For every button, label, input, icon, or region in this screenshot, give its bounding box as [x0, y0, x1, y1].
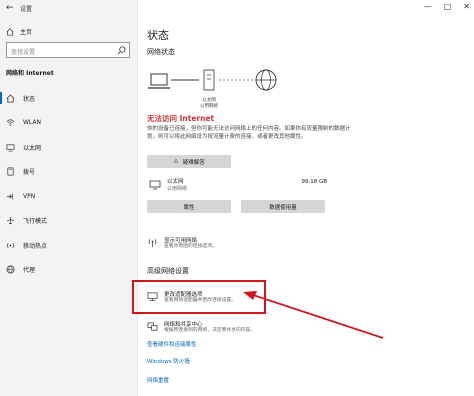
sidebar-item-wlan[interactable]: WLAN — [0, 111, 138, 136]
sidebar-item-label: 代理 — [23, 267, 36, 275]
sharing-center-title: 网络和共享中心 — [164, 322, 203, 328]
status-heading: 无法访问 Internet — [147, 114, 215, 123]
warning-icon: ⚠ — [173, 158, 179, 165]
adapter-name: 以太网 — [167, 179, 184, 185]
sidebar-item-label: 飞行模式 — [23, 218, 48, 226]
sharing-center-icon — [147, 322, 158, 331]
sidebar-item-label: 状态 — [23, 95, 36, 103]
sidebar-item-hotspot[interactable]: 移动热点 — [0, 233, 138, 258]
status-description: 你的设备已连接，但你可能无法访问网络上的任何内容。如果你有流量限制的数据计划，则… — [147, 126, 351, 140]
troubleshoot-label: 疑难解答 — [182, 159, 205, 166]
advanced-settings-heading: 高级网络设置 — [147, 267, 189, 275]
internet-globe-icon — [255, 69, 277, 91]
adapter-data-size: 99.18 GB — [301, 179, 327, 185]
sidebar-item-status[interactable]: 状态 — [0, 86, 138, 111]
diagram-label-line2: 公用网络 — [200, 104, 218, 109]
network-reset-link[interactable]: 网络重置 — [147, 376, 169, 384]
data-usage-button[interactable]: 数据使用量 — [241, 200, 325, 213]
properties-label: 属性 — [183, 204, 195, 211]
troubleshoot-button[interactable]: ⚠ 疑难解答 — [147, 155, 231, 168]
sidebar-item-airplane[interactable]: 飞行模式 — [0, 209, 138, 234]
network-status-heading: 网络状态 — [147, 48, 175, 56]
sidebar-item-proxy[interactable]: 代理 — [0, 258, 138, 283]
search-input[interactable]: 查找设置 — [6, 42, 130, 58]
sidebar-item-vpn[interactable]: VPN — [0, 184, 138, 209]
show-available-networks[interactable]: 显示可用网络 查看你周围的连接选项。 — [147, 236, 217, 250]
network-diagram: 以太网 公用网络 — [147, 66, 297, 110]
sidebar-item-dialup[interactable]: 拨号 — [0, 160, 138, 185]
dialup-icon — [7, 167, 14, 176]
properties-button[interactable]: 属性 — [147, 200, 231, 213]
globe-icon — [6, 265, 15, 274]
sidebar-item-label: VPN — [23, 192, 36, 200]
home-icon — [6, 94, 15, 103]
settings-window: 主页 查找设置 网络和 Internet 状态 WLAN 以太网 拨号 VPN … — [0, 0, 474, 396]
sidebar-nav: 状态 WLAN 以太网 拨号 VPN 飞行模式 移动热点 代理 — [0, 86, 138, 282]
highlight-box — [132, 280, 266, 314]
network-sharing-center[interactable]: 网络和共享中心 根据所连接到的网络，决定要共享的内容。 — [147, 320, 255, 334]
show-networks-title: 显示可用网络 — [164, 238, 198, 244]
adapter-network-type: 公用网络 — [167, 186, 188, 192]
antenna-icon — [148, 239, 157, 248]
ethernet-icon — [6, 144, 15, 152]
app-title: 设置 — [20, 6, 33, 13]
airplane-icon — [6, 217, 15, 225]
sidebar-item-label: 拨号 — [23, 169, 36, 177]
back-arrow-icon[interactable]: ← — [6, 3, 14, 13]
search-icon[interactable] — [117, 46, 126, 55]
section-label: 网络和 Internet — [6, 70, 54, 77]
wifi-icon — [6, 119, 15, 127]
diagram-label: 以太网 公用网络 — [197, 98, 221, 110]
sidebar: 主页 查找设置 网络和 Internet 状态 WLAN 以太网 拨号 VPN … — [0, 0, 138, 396]
home-nav-item[interactable]: 主页 — [6, 27, 32, 36]
windows-firewall-link[interactable]: Windows 防火墙 — [147, 357, 190, 365]
sidebar-item-label: 移动热点 — [23, 242, 48, 250]
home-icon — [6, 27, 14, 36]
home-label: 主页 — [20, 29, 33, 36]
sidebar-item-ethernet[interactable]: 以太网 — [0, 135, 138, 160]
ethernet-adapter-icon — [149, 180, 161, 190]
vpn-icon — [6, 193, 13, 199]
sidebar-item-label: 以太网 — [23, 144, 42, 152]
adapter-row: 以太网 公用网络 99.18 GB — [147, 176, 327, 196]
sharing-center-subtitle: 根据所连接到的网络，决定要共享的内容。 — [164, 328, 256, 333]
router-icon — [203, 69, 215, 91]
data-usage-label: 数据使用量 — [269, 204, 297, 211]
hotspot-icon — [6, 242, 15, 248]
page-title: 状态 — [147, 29, 169, 42]
show-networks-subtitle: 查看你周围的连接选项。 — [164, 244, 217, 249]
search-placeholder: 查找设置 — [11, 49, 36, 56]
hardware-properties-link[interactable]: 查看硬件和连接属性 — [147, 340, 197, 348]
sidebar-item-label: WLAN — [23, 119, 42, 127]
main-content: 状态 网络状态 以太网 公用网络 无法访问 Internet 你的设备已连接，但… — [147, 0, 474, 396]
laptop-icon — [148, 73, 170, 89]
